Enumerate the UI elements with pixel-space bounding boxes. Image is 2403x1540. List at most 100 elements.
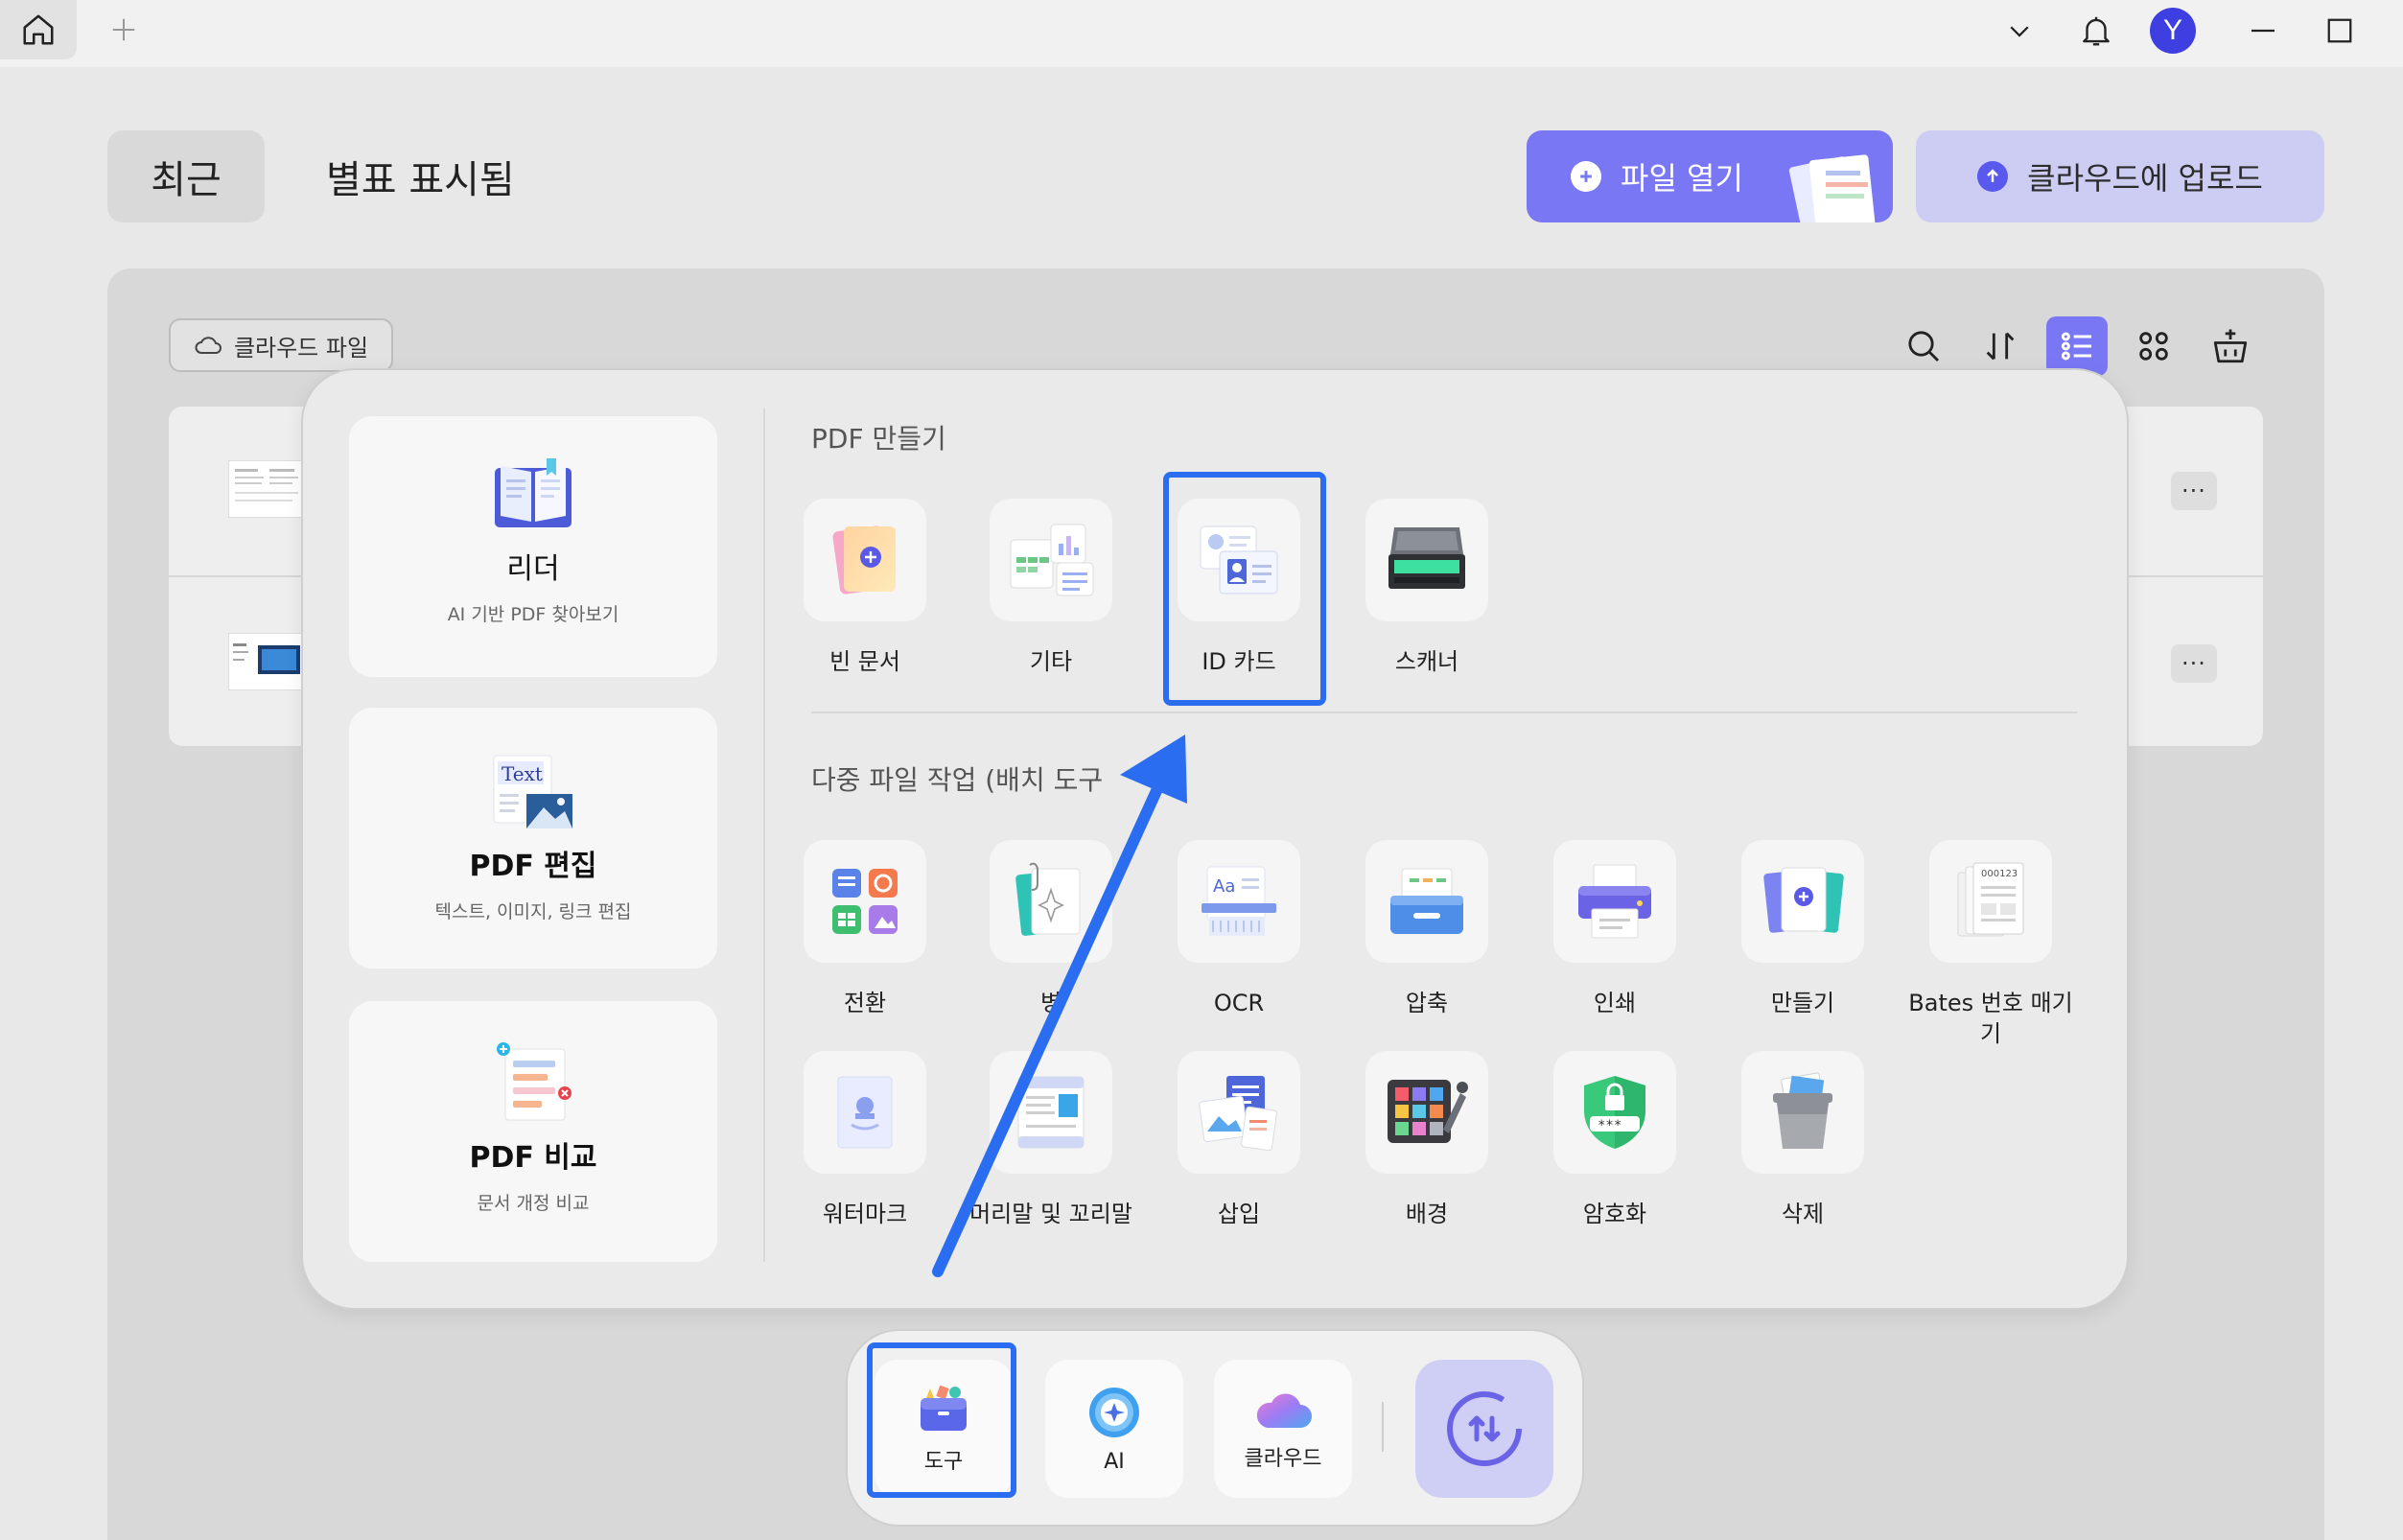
tab-starred[interactable]: 별표 표시됨 [326,130,515,222]
tool-label: 암호화 [1582,1201,1647,1227]
tool-delete[interactable]: 삭제 [1716,1051,1889,1229]
tool-watermark[interactable]: 워터마크 [779,1051,951,1229]
tool-background[interactable]: 배경 [1341,1051,1513,1229]
more-options-button[interactable]: ··· [2171,472,2217,510]
dock-cloud-button[interactable]: 클라우드 [1214,1360,1352,1498]
tool-icon-tile [990,1051,1112,1174]
tool-label: 워터마크 [822,1201,908,1227]
cloud-files-label: 클라우드 파일 [233,334,369,362]
shield-lock-icon: *** [1584,1076,1645,1149]
tool-compress[interactable]: 압축 [1341,840,1513,1018]
tool-label: OCR [1213,990,1265,1016]
tool-header-footer[interactable]: 머리말 및 꼬리말 [965,1051,1137,1229]
pdf-edit-title: PDF 편집 [469,850,597,883]
tool-bates-numbering[interactable]: 000123 Bates 번호 매기기 [1904,840,2077,1049]
convert-icon [832,869,898,934]
tool-icon-tile [1741,1051,1864,1174]
svg-text:Aa: Aa [1213,876,1235,897]
popup-divider [763,408,765,1262]
reader-title: 리더 [506,552,560,586]
tool-create[interactable]: 만들기 [1716,840,1889,1018]
tool-icon-tile [804,1051,926,1174]
printer-icon [1578,864,1651,939]
list-view-button[interactable] [2046,316,2108,376]
tool-merge[interactable]: 병 [965,840,1137,1018]
file-thumbnail [228,633,303,690]
tool-icon-tile [1365,840,1488,963]
avatar: Y [2150,8,2196,54]
dock-ai-button[interactable]: AI [1045,1360,1183,1498]
grid-view-icon [2139,332,2168,361]
book-icon [495,458,572,527]
sort-button[interactable] [1970,316,2031,376]
tool-icon-tile [1741,840,1864,963]
file-thumbnail [228,460,303,518]
watermark-icon [837,1076,893,1149]
documents-illustration-icon [1788,154,1876,222]
tool-convert[interactable]: 전환 [779,840,951,1018]
tool-icon-tile: *** [1553,1051,1676,1174]
edit-text-icon: Text [493,755,572,828]
create-pdf-title: PDF 만들기 [811,423,946,455]
tool-ocr[interactable]: Aa OCR [1153,840,1325,1018]
upload-cloud-button[interactable]: 클라우드에 업로드 [1916,130,2324,222]
tool-scanner[interactable]: 스캐너 [1341,499,1513,677]
cloud-icon [195,337,222,354]
compare-documents-icon [497,1042,572,1121]
convert-cycle-icon [1447,1391,1522,1466]
home-tab[interactable] [0,0,77,59]
tool-blank-document[interactable]: 빈 문서 [779,499,951,677]
tool-label: 빈 문서 [829,648,900,675]
tool-icon-tile [990,840,1112,963]
maximize-button[interactable] [2317,8,2363,54]
reader-subtitle: AI 기반 PDF 찾아보기 [447,604,619,625]
pdf-compare-card[interactable]: PDF 비교 문서 개정 비교 [349,1001,717,1262]
tool-other[interactable]: 기타 [965,499,1137,677]
pdf-compare-subtitle: 문서 개정 비교 [477,1193,590,1214]
tab-recent[interactable]: 최근 [107,130,265,222]
reader-card[interactable]: 리더 AI 기반 PDF 찾아보기 [349,416,717,677]
tool-icon-tile: 000123 [1929,840,2052,963]
title-bar: Y [0,0,2403,67]
tool-label: 스캐너 [1394,648,1459,675]
search-button[interactable] [1893,316,1954,376]
tool-label: 기타 [1029,648,1073,675]
minimize-button[interactable] [2240,8,2286,54]
tool-label: 삽입 [1217,1201,1261,1227]
chevron-down-icon [2010,26,2029,37]
broom-basket-icon [2213,329,2248,363]
new-tab-button[interactable] [104,10,144,50]
pdf-edit-card[interactable]: Text PDF 편집 텍스트, 이미지, 링크 편집 [349,708,717,968]
tool-insert[interactable]: 삽입 [1153,1051,1325,1229]
notification-button[interactable] [2073,8,2119,54]
cloud-files-filter[interactable]: 클라우드 파일 [169,318,393,372]
dock-convert-button[interactable] [1415,1360,1553,1498]
insert-icon [1199,1076,1277,1152]
dropdown-button[interactable] [1996,8,2042,54]
user-avatar-button[interactable]: Y [2150,8,2196,54]
open-file-label: 파일 열기 [1621,160,1743,197]
search-icon [1908,331,1940,362]
tool-label: 만들기 [1770,990,1835,1016]
header-footer-icon [1017,1076,1085,1149]
open-file-button[interactable]: 파일 열기 [1527,130,1893,222]
tool-encrypt[interactable]: *** 암호화 [1528,1051,1701,1229]
plus-icon [112,18,135,41]
tool-print[interactable]: 인쇄 [1528,840,1701,1018]
home-icon [23,14,54,45]
cloud-storage-icon [1256,1393,1312,1428]
pdf-edit-subtitle: 텍스트, 이미지, 링크 편집 [434,901,632,922]
clean-button[interactable] [2200,316,2261,376]
grid-view-button[interactable] [2123,316,2184,376]
svg-text:***: *** [1598,1118,1621,1133]
tool-label: 병 [1039,990,1062,1016]
tool-label: 압축 [1405,990,1449,1016]
blank-document-icon [832,525,896,595]
more-options-button[interactable]: ··· [2171,644,2217,683]
plus-circle-icon [1571,161,1601,192]
tool-icon-tile [804,499,926,621]
upload-arrow-icon [1977,161,2009,192]
upload-cloud-label: 클라우드에 업로드 [2027,160,2263,197]
tool-icon-tile [1553,840,1676,963]
pdf-compare-title: PDF 비교 [469,1141,597,1175]
